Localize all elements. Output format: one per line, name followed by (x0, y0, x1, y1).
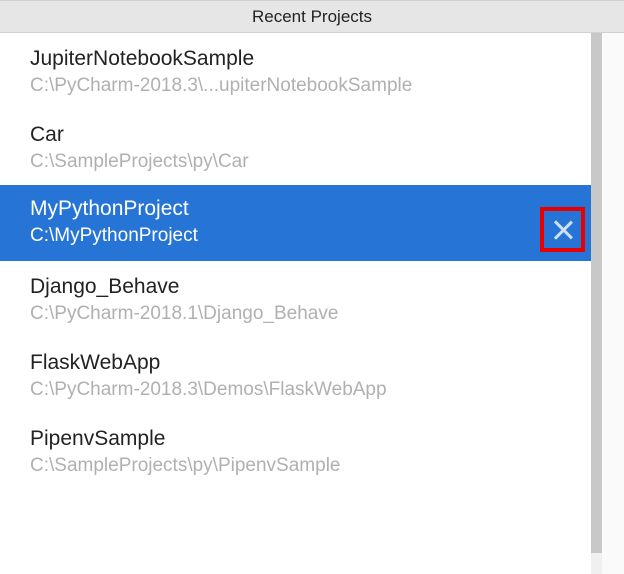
recent-projects-header: Recent Projects (0, 0, 624, 33)
header-title: Recent Projects (252, 7, 372, 27)
project-path: C:\PyCharm-2018.3\Demos\FlaskWebApp (30, 379, 591, 401)
project-item-car[interactable]: Car C:\SampleProjects\py\Car (0, 109, 591, 185)
project-name: JupiterNotebookSample (30, 47, 591, 71)
scrollbar-track[interactable] (591, 33, 602, 574)
project-item-django-behave[interactable]: Django_Behave C:\PyCharm-2018.1\Django_B… (0, 261, 591, 337)
project-name: Car (30, 123, 591, 147)
project-name: MyPythonProject (30, 197, 591, 221)
project-item-mypythonproject[interactable]: MyPythonProject C:\MyPythonProject (0, 185, 591, 261)
recent-projects-list: JupiterNotebookSample C:\PyCharm-2018.3\… (0, 33, 591, 574)
project-name: Django_Behave (30, 275, 591, 299)
project-item-flaskwebapp[interactable]: FlaskWebApp C:\PyCharm-2018.3\Demos\Flas… (0, 337, 591, 413)
project-name: FlaskWebApp (30, 351, 591, 375)
project-name: PipenvSample (30, 427, 591, 451)
project-item-jupiternotebooksample[interactable]: JupiterNotebookSample C:\PyCharm-2018.3\… (0, 33, 591, 109)
scrollbar-thumb[interactable] (591, 33, 602, 553)
close-icon[interactable] (553, 220, 573, 240)
project-path: C:\MyPythonProject (30, 225, 591, 247)
close-annotation (540, 207, 585, 252)
right-gutter (602, 33, 624, 574)
project-path: C:\PyCharm-2018.1\Django_Behave (30, 303, 591, 325)
project-item-pipenvsample[interactable]: PipenvSample C:\SampleProjects\py\Pipenv… (0, 413, 591, 489)
project-path: C:\SampleProjects\py\PipenvSample (30, 455, 591, 477)
project-path: C:\PyCharm-2018.3\...upiterNotebookSampl… (30, 75, 591, 97)
project-path: C:\SampleProjects\py\Car (30, 151, 591, 173)
